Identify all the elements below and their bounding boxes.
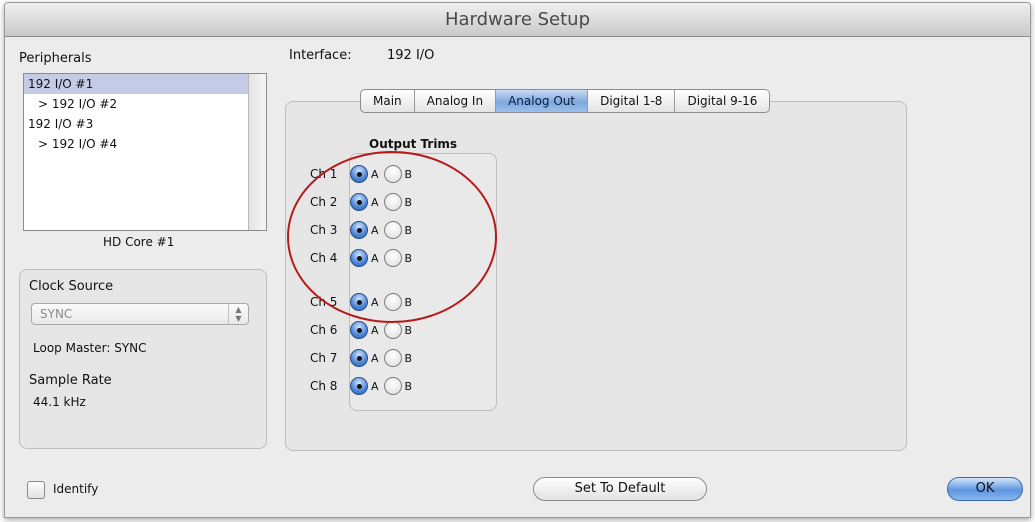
peripheral-item[interactable]: > 192 I/O #2 <box>24 94 248 114</box>
clock-source-label: Clock Source <box>29 279 114 294</box>
clock-source-select[interactable]: SYNC ▲ ▼ <box>31 303 249 325</box>
interface-value: 192 I/O <box>387 48 435 63</box>
core-label: HD Core #1 <box>103 235 175 249</box>
radio-label-b: B <box>404 323 413 337</box>
ok-button[interactable]: OK <box>947 477 1023 501</box>
peripherals-items: 192 I/O #1 > 192 I/O #2 192 I/O #3 > 192 I/… <box>24 74 248 230</box>
peripheral-item[interactable]: 192 I/O #1 <box>24 74 248 94</box>
peripherals-list[interactable]: 192 I/O #1 > 192 I/O #2 192 I/O #3 > 192 I/… <box>23 73 267 231</box>
channel-label: Ch 8 <box>310 379 338 393</box>
peripherals-label: Peripherals <box>19 51 92 66</box>
identify-checkbox[interactable] <box>27 481 45 499</box>
interface-label: Interface: <box>289 48 352 63</box>
tab-analog-in[interactable]: Analog In <box>415 90 497 112</box>
window-title: Hardware Setup <box>5 3 1030 37</box>
peripheral-item[interactable]: > 192 I/O #4 <box>24 134 248 154</box>
peripheral-item[interactable]: 192 I/O #3 <box>24 114 248 134</box>
loop-master-label: Loop Master: SYNC <box>33 341 147 355</box>
radio-a[interactable] <box>350 321 368 339</box>
channel-label: Ch 6 <box>310 323 338 337</box>
radio-label-b: B <box>404 379 413 393</box>
channel-label: Ch 7 <box>310 351 338 365</box>
tab-bar: Main Analog In Analog Out Digital 1-8 Digita… <box>360 89 771 113</box>
output-trims-title: Output Trims <box>369 137 458 151</box>
peripherals-scrollbar[interactable] <box>248 74 266 230</box>
clock-group <box>19 269 267 449</box>
radio-b[interactable] <box>383 321 402 339</box>
channel-row: Ch 7 A B <box>310 347 417 369</box>
radio-b[interactable] <box>383 349 402 367</box>
radio-b[interactable] <box>383 377 402 395</box>
radio-label-b: B <box>404 351 413 365</box>
sample-rate-value: 44.1 kHz <box>33 395 86 409</box>
channel-row: Ch 8 A B <box>310 375 417 397</box>
set-to-default-button[interactable]: Set To Default <box>533 477 707 501</box>
tab-digital-1-8[interactable]: Digital 1-8 <box>588 90 676 112</box>
radio-label-a: A <box>371 351 379 365</box>
tab-main[interactable]: Main <box>361 90 415 112</box>
popup-arrows-icon: ▲ ▼ <box>228 304 248 324</box>
identify-label: Identify <box>53 482 99 496</box>
radio-a[interactable] <box>350 349 368 367</box>
tab-digital-9-16[interactable]: Digital 9-16 <box>675 90 769 112</box>
hardware-setup-window: Hardware Setup Peripherals 192 I/O #1 > 1… <box>4 2 1031 518</box>
clock-source-value: SYNC <box>40 307 73 321</box>
radio-label-a: A <box>371 379 379 393</box>
radio-label-a: A <box>371 323 379 337</box>
sample-rate-label: Sample Rate <box>29 373 112 388</box>
tab-analog-out[interactable]: Analog Out <box>496 90 589 112</box>
highlight-annotation <box>287 151 497 323</box>
radio-a[interactable] <box>350 377 368 395</box>
